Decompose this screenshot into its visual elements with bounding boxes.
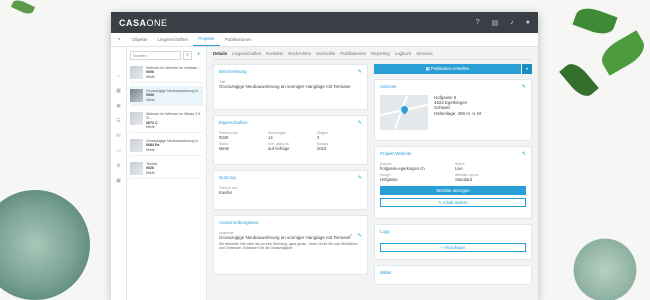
edit-icon[interactable]: ✎ [358, 120, 362, 126]
tab-liegenschaften[interactable]: Liegenschaften [232, 51, 261, 56]
archive-icon[interactable]: ▣ [116, 178, 121, 184]
edit-content-button[interactable]: ✎ Inhalt ändern [380, 198, 526, 207]
card-logo: Logo + Hinzufügen [374, 224, 532, 260]
user-icon[interactable]: ● [526, 19, 530, 27]
chevron-down-icon[interactable]: ▾ [522, 64, 532, 74]
leaf-decoration [596, 30, 650, 76]
tab-kontakte[interactable]: Kontakte [266, 51, 283, 56]
card-title: Projekt Website [380, 151, 412, 156]
thumbnail [130, 139, 143, 153]
card-projekt-website: Projekt Website ✎ Domain hofgasse-egerkin… [374, 146, 532, 219]
thumbnail [130, 112, 143, 125]
card-bilder: Bilder [374, 265, 532, 285]
mail-icon[interactable]: ✉ [116, 133, 120, 139]
card-eigenschaften: Eigenschaften ✎ Referenz-Nr. 0040 Wohnung… [213, 115, 368, 165]
search-bar: Suchen ⌕ + [130, 51, 203, 60]
edit-icon[interactable]: ✎ [522, 84, 526, 90]
list-item[interactable]: Wohnen im Wohnen im Altbau 3.5 Zi... 0072… [130, 109, 203, 134]
card-title: Logo [380, 229, 391, 234]
document-icon[interactable]: ▭ [116, 148, 121, 154]
card-title: Nutzung [219, 175, 236, 180]
tab-objekte[interactable]: Objekte [127, 37, 153, 46]
contacts-icon[interactable]: ☰ [116, 118, 120, 124]
card-beschreibung: Beschreibung ✎ Titel Grosszügige Neubauw… [213, 64, 368, 110]
location-icon[interactable]: ◉ [116, 103, 120, 109]
leaf-decoration [10, 0, 36, 17]
collapse-menu-icon[interactable]: ◂ [111, 36, 127, 46]
succulent-plant-small [565, 230, 645, 300]
edit-icon[interactable]: ✎ [358, 233, 362, 239]
help-icon[interactable]: ? [476, 19, 480, 27]
list-item[interactable]: Grosszügige Neubauwohnung in ... 0084 Fa M… [130, 136, 203, 157]
tab-details[interactable]: Details [213, 51, 227, 56]
search-icon[interactable]: ⌕ [183, 51, 192, 60]
project-detail: Details Liegenschaften Kontakte Nachrich… [207, 47, 538, 300]
thumbnail [130, 89, 143, 102]
tab-publikationen[interactable]: Publikationen [340, 51, 366, 56]
add-project-icon[interactable]: + [194, 51, 203, 60]
detail-tabs: Details Liegenschaften Kontakte Nachrich… [213, 51, 532, 60]
card-title: Beschreibung [219, 69, 247, 74]
app-window: CASAONE ? ▤ ♪ ● ◂ Objekte Liegenschaften… [111, 12, 538, 300]
document-icon[interactable]: ▤ [492, 19, 499, 27]
check-icon[interactable]: ✓ [349, 233, 353, 239]
edit-icon[interactable]: ✎ [358, 69, 362, 75]
leaf-decoration [572, 3, 618, 39]
leaf-decoration [559, 59, 599, 101]
search-input[interactable]: Suchen [130, 51, 181, 60]
list-item[interactable]: Testobj 0026 Miete [130, 159, 203, 180]
project-list: Suchen ⌕ + Wohnen im Wohnen im zentrale.… [127, 47, 207, 300]
main-tabs: ◂ Objekte Liegenschaften Projekte Publik… [111, 33, 538, 47]
show-website-button[interactable]: Website anzeigen [380, 186, 526, 195]
list-item[interactable]: Grosszügige Neubauwohnung in ... 0030 Miet… [130, 86, 203, 106]
card-title: Eigenschaften [219, 120, 248, 125]
tab-logbuch[interactable]: Logbuch [395, 51, 412, 56]
thumbnail [130, 162, 143, 176]
edit-icon[interactable]: ✎ [522, 151, 526, 157]
tab-reporting[interactable]: Reporting [371, 51, 390, 56]
thumbnail [130, 66, 143, 79]
building-icon[interactable]: ▦ [116, 88, 121, 94]
icon-rail: ⌂ ▦ ◉ ☰ ✉ ▭ ⚙ ▣ [111, 47, 127, 300]
bell-icon[interactable]: ♪ [510, 19, 514, 27]
app-logo[interactable]: CASAONE [119, 18, 168, 28]
publish-button[interactable]: ▦ Publikation erstellen [374, 64, 521, 74]
card-title: Ausschreibungstext [219, 220, 259, 225]
card-title: Bilder [380, 270, 392, 275]
tab-suchprofile[interactable]: Suchrofile [316, 51, 335, 56]
address-map[interactable] [380, 95, 428, 130]
card-title: Adresse [380, 84, 397, 89]
list-item[interactable]: Wohnen im Wohnen im zentrale... 0006 Miete [130, 63, 203, 83]
publish-button-group: ▦ Publikation erstellen ▾ [374, 64, 532, 74]
home-icon[interactable]: ⌂ [117, 73, 120, 79]
tab-nachrichten[interactable]: Nachrichten [288, 51, 311, 56]
card-nutzung: Nutzung ✎ Genutzt aus Kaufen [213, 170, 368, 210]
settings-icon[interactable]: ⚙ [116, 163, 120, 169]
card-ausschreibung: Ausschreibungstext ✎ ✓ Angebote Grosszüg… [213, 215, 368, 275]
tab-projekte[interactable]: Projekte [193, 36, 220, 46]
edit-icon[interactable]: ✎ [358, 175, 362, 181]
tab-services[interactable]: Services [416, 51, 432, 56]
succulent-plant [0, 190, 90, 300]
add-logo-button[interactable]: + Hinzufügen [380, 243, 526, 252]
tab-liegenschaften[interactable]: Liegenschaften [153, 37, 194, 46]
top-bar: CASAONE ? ▤ ♪ ● [111, 12, 538, 33]
tab-publikationen[interactable]: Publikationen [220, 37, 257, 46]
card-adresse: Adresse ✎ Hofgasse 5 4622 Egerkingen Sch… [374, 79, 532, 141]
